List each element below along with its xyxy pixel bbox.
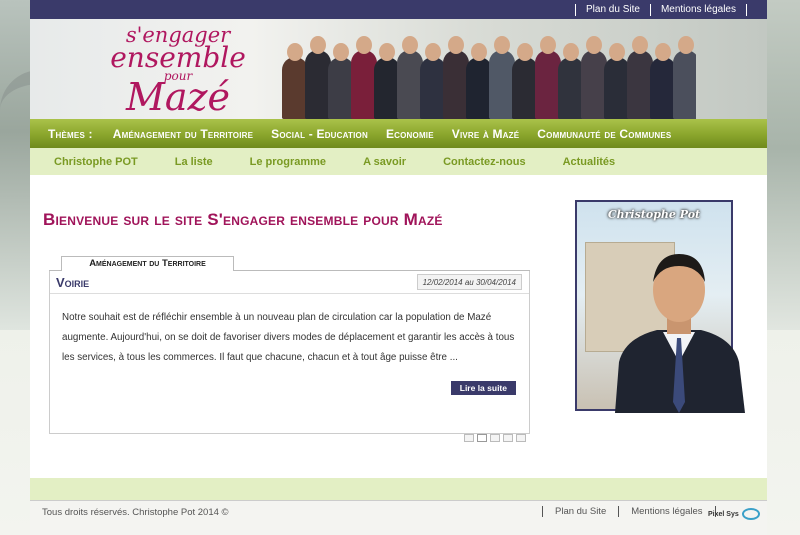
subnav-la-liste[interactable]: La liste — [175, 156, 213, 168]
top-bar: Plan du Site Mentions légales — [30, 0, 767, 19]
article-box: Voirie 12/02/2014 au 30/04/2014 Notre so… — [49, 271, 530, 434]
footer-band — [30, 478, 767, 500]
top-link-mentions-legales[interactable]: Mentions légales — [661, 4, 736, 15]
theme-vivre-a-maze[interactable]: Vivre à Mazé — [452, 127, 520, 141]
pager-dot[interactable] — [503, 434, 513, 442]
footer: Tous droits réservés. Christophe Pot 201… — [30, 500, 767, 535]
portrait-name: Christophe Pot — [607, 208, 701, 221]
candidate-portrait[interactable]: Christophe Pot — [575, 200, 745, 413]
separator — [746, 3, 747, 16]
page-container: Plan du Site Mentions légales s'engager … — [30, 0, 767, 535]
group-photo-head — [448, 36, 464, 54]
tab-amenagement-du-territoire[interactable]: Aménagement du Territoire — [61, 256, 234, 271]
group-photo-head — [655, 43, 671, 61]
header-banner: s'engager ensemble pour Mazé — [30, 19, 767, 119]
separator — [542, 506, 543, 517]
footer-link-mentions-legales[interactable]: Mentions légales — [631, 506, 702, 517]
read-more-button[interactable]: Lire la suite — [450, 381, 516, 395]
pager-dot[interactable] — [516, 434, 526, 442]
theme-communaute-de-communes[interactable]: Communauté de Communes — [537, 127, 671, 141]
group-photo-head — [425, 43, 441, 61]
theme-social-education[interactable]: Social - Education — [271, 127, 368, 141]
group-photo-head — [471, 43, 487, 61]
group-photo-head — [356, 36, 372, 54]
footer-link-plan-du-site[interactable]: Plan du Site — [555, 506, 606, 517]
subnav-contactez-nous[interactable]: Contactez-nous — [443, 156, 526, 168]
group-photo-person — [673, 50, 696, 119]
group-photo-head — [563, 43, 579, 61]
group-photo-head — [310, 36, 326, 54]
group-photo-head — [287, 43, 303, 61]
group-photo-head — [494, 36, 510, 54]
pager-dot[interactable] — [464, 434, 474, 442]
subnav-le-programme[interactable]: Le programme — [250, 156, 326, 168]
candidate-photo — [615, 254, 745, 413]
article-divider — [50, 293, 529, 294]
article-text: Notre souhait est de réfléchir ensemble … — [62, 312, 515, 363]
group-photo-head — [379, 43, 395, 61]
agency-credit[interactable]: Pixel Sys — [708, 508, 760, 520]
group-photo-head — [402, 36, 418, 54]
subnav-actualites[interactable]: Actualités — [563, 156, 616, 168]
separator — [649, 3, 651, 16]
theme-amenagement[interactable]: Aménagement du Territoire — [113, 127, 253, 141]
group-photo-head — [540, 36, 556, 54]
top-links: Plan du Site Mentions légales — [565, 0, 757, 19]
sub-nav: Christophe POT La liste Le programme A s… — [30, 148, 767, 175]
carousel-pager — [464, 434, 526, 442]
team-group-photo — [278, 19, 696, 119]
site-logo[interactable]: s'engager ensemble pour Mazé — [108, 23, 248, 119]
agency-logo-icon — [741, 508, 760, 520]
subnav-christophe-pot[interactable]: Christophe POT — [54, 156, 138, 168]
main-content: Bienvenue sur le site S'engager ensemble… — [30, 175, 767, 478]
group-photo-head — [609, 43, 625, 61]
pager-dot[interactable] — [477, 434, 487, 442]
article-title[interactable]: Voirie — [56, 275, 89, 290]
group-photo-head — [517, 43, 533, 61]
themes-label: Thèmes : — [48, 126, 93, 141]
article-date: 12/02/2014 au 30/04/2014 — [416, 274, 522, 290]
footer-links: Plan du Site Mentions légales — [530, 506, 728, 517]
theme-economie[interactable]: Economie — [386, 127, 434, 141]
group-photo-head — [586, 36, 602, 54]
pager-dot[interactable] — [490, 434, 500, 442]
subnav-a-savoir[interactable]: A savoir — [363, 156, 406, 168]
copyright-text: Tous droits réservés. Christophe Pot 201… — [42, 507, 229, 518]
separator — [618, 506, 620, 517]
welcome-heading: Bienvenue sur le site S'engager ensemble… — [43, 210, 443, 229]
separator — [575, 3, 577, 16]
logo-line-4: Mazé — [125, 75, 231, 119]
agency-credit-text: Pixel Sys — [708, 510, 739, 518]
logo-line-2: ensemble — [110, 41, 246, 74]
group-photo-head — [632, 36, 648, 54]
themes-nav: Thèmes : Aménagement du Territoire Socia… — [30, 119, 767, 148]
group-photo-head — [333, 43, 349, 61]
top-link-plan-du-site[interactable]: Plan du Site — [586, 4, 640, 15]
group-photo-head — [678, 36, 694, 54]
